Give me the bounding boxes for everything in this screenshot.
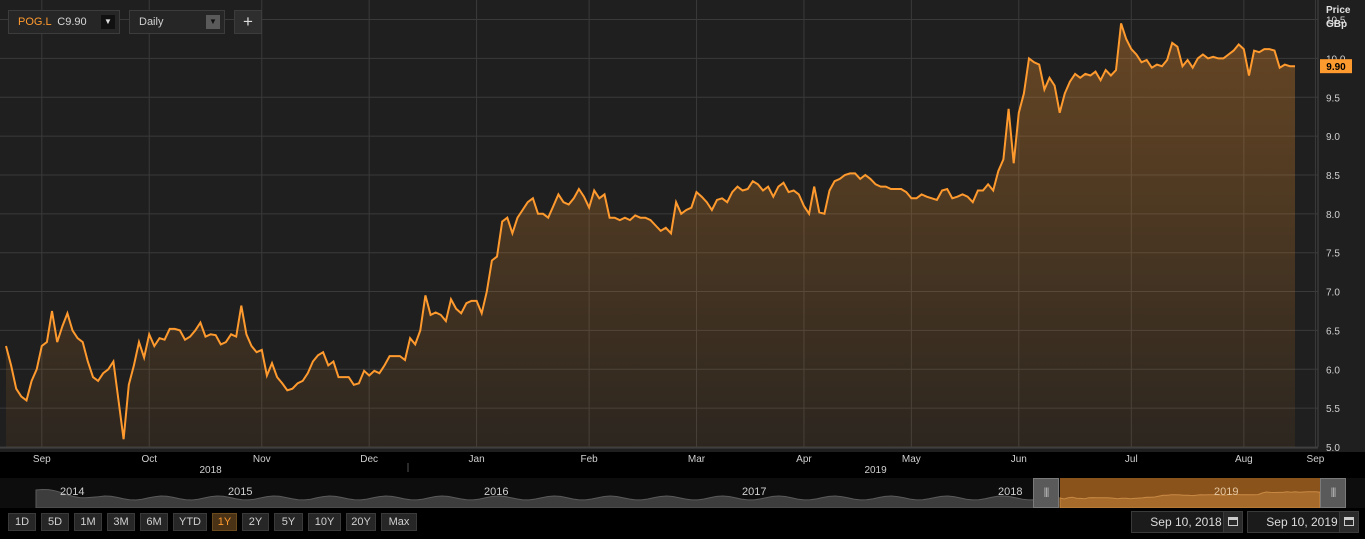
navigator-year-label: 2015 (228, 486, 253, 498)
chevron-down-icon[interactable]: ▼ (101, 15, 115, 29)
y-tick-label: 8.0 (1326, 210, 1340, 221)
y-tick-label: 6.5 (1326, 326, 1340, 337)
x-year-label: 2019 (864, 465, 887, 476)
symbol-ric: POG.L (18, 16, 52, 28)
x-tick-label: Sep (33, 454, 51, 465)
y-tick-label: 7.0 (1326, 288, 1340, 299)
y-tick-label: 5.0 (1326, 443, 1340, 454)
x-tick-label: Mar (688, 454, 706, 465)
range-button-ytd[interactable]: YTD (173, 513, 207, 531)
range-button-3m[interactable]: 3M (107, 513, 135, 531)
y-tick-label: 6.0 (1326, 365, 1340, 376)
period-selector[interactable]: Daily ▼ (129, 10, 225, 34)
x-tick-label: Jul (1125, 454, 1138, 465)
range-button-20y[interactable]: 20Y (346, 513, 376, 531)
navigator-sparkline (35, 478, 1321, 508)
y-tick-label: 8.5 (1326, 171, 1340, 182)
navigator-year-label: 2019 (1214, 486, 1239, 498)
navigator-year-label: 2014 (60, 486, 85, 498)
x-tick-label: Nov (253, 454, 271, 465)
x-tick-label: Aug (1235, 454, 1253, 465)
range-button-2y[interactable]: 2Y (242, 513, 269, 531)
x-tick-label: Sep (1307, 454, 1325, 465)
range-button-1y[interactable]: 1Y (212, 513, 237, 531)
period-label: Daily (139, 16, 164, 28)
navigator-year-label: 2016 (484, 486, 509, 498)
y-tick-label: 9.5 (1326, 93, 1340, 104)
y-tick-label: 9.0 (1326, 132, 1340, 143)
last-price-marker: 9.90 (1326, 62, 1346, 73)
close-value: 9.90 (65, 16, 87, 28)
symbol-selector[interactable]: POG.L C9.90 ▼ (8, 10, 120, 34)
plus-icon: + (243, 12, 253, 31)
range-button-5y[interactable]: 5Y (274, 513, 303, 531)
range-navigator[interactable]: ||| ||| 2014 2015 2016 2017 2018 2019 (0, 478, 1365, 508)
range-button-1m[interactable]: 1M (74, 513, 102, 531)
x-tick-label: Oct (141, 454, 157, 465)
x-tick-label: Jun (1011, 454, 1027, 465)
range-button-5d[interactable]: 5D (41, 513, 69, 531)
price-chart[interactable]: 5.05.56.06.57.07.58.08.59.09.510.010.5Se… (0, 0, 1365, 478)
y-tick-label: 7.5 (1326, 249, 1340, 260)
x-tick-label: May (902, 454, 921, 465)
x-tick-label: Jan (469, 454, 485, 465)
y-axis-title-unit: GBp (1326, 19, 1347, 30)
price-area-fill (6, 23, 1295, 448)
navigator-year-label: 2017 (742, 486, 767, 498)
range-button-10y[interactable]: 10Y (308, 513, 341, 531)
range-button-1d[interactable]: 1D (8, 513, 36, 531)
range-button-6m[interactable]: 6M (140, 513, 168, 531)
calendar-icon[interactable] (1223, 511, 1243, 533)
y-axis-title-price: Price (1326, 5, 1351, 16)
chevron-down-icon[interactable]: ▼ (206, 15, 220, 29)
y-tick-label: 5.5 (1326, 404, 1340, 415)
x-year-label: 2018 (199, 465, 222, 476)
x-tick-label: Apr (796, 454, 812, 465)
calendar-icon[interactable] (1339, 511, 1359, 533)
navigator-year-label: 2018 (998, 486, 1023, 498)
navigator-left-handle[interactable]: ||| (1033, 478, 1059, 508)
navigator-right-handle[interactable]: ||| (1320, 478, 1346, 508)
range-button-max[interactable]: Max (381, 513, 417, 531)
x-tick-label: Feb (581, 454, 599, 465)
add-series-button[interactable]: + (234, 10, 262, 34)
x-tick-label: Dec (360, 454, 378, 465)
